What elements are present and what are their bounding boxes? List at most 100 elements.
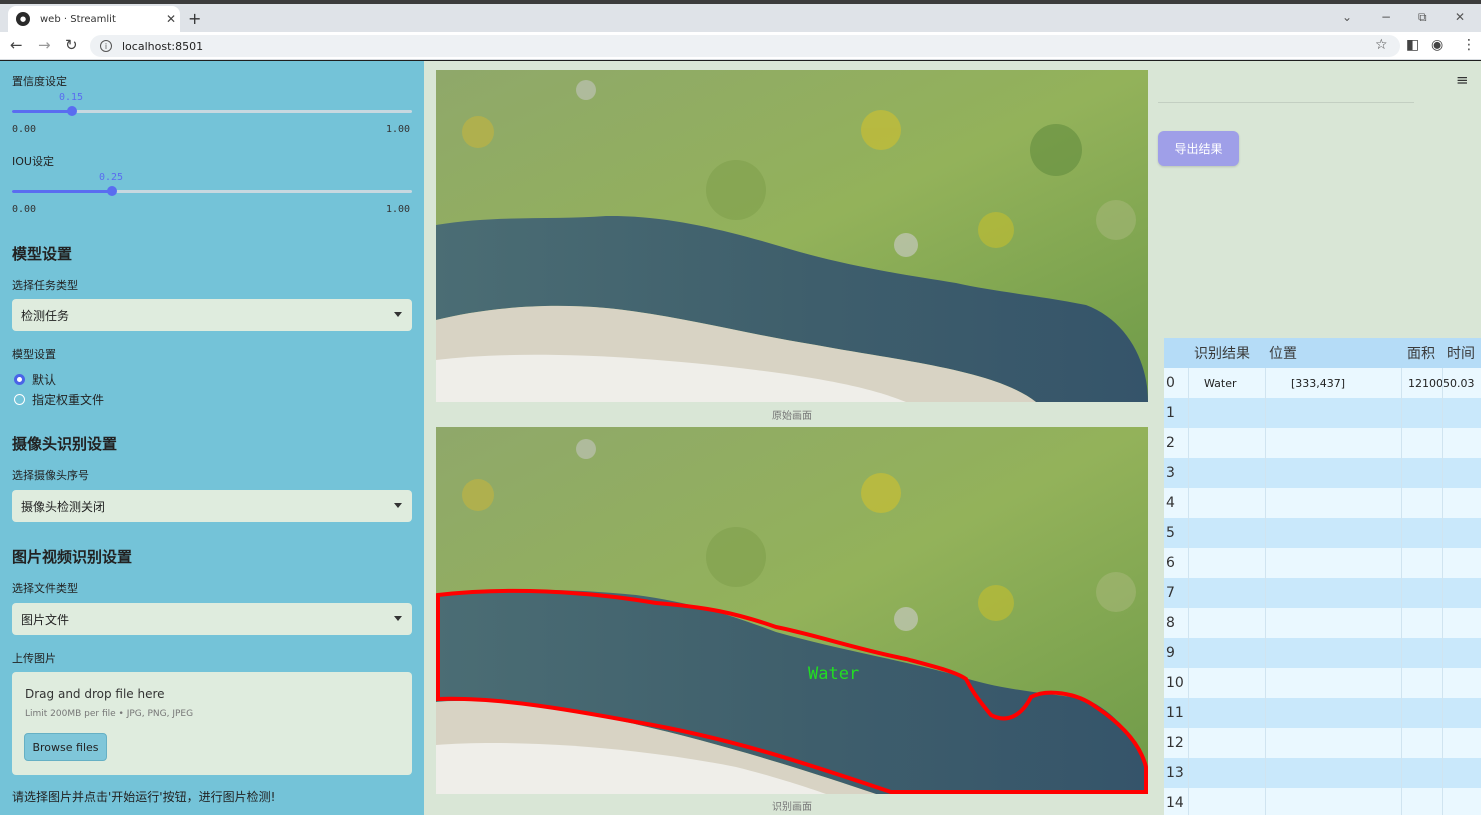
table-cell-idx: 7: [1166, 585, 1175, 601]
hamburger-menu-icon[interactable]: ≡: [1456, 71, 1469, 89]
divider-line: [1158, 102, 1414, 103]
table-row[interactable]: 3: [1164, 458, 1481, 488]
table-cell-idx: 5: [1166, 525, 1175, 541]
iou-value: 0.25: [99, 172, 124, 183]
table-cell-idx: 1: [1166, 405, 1175, 421]
restore-button[interactable]: ⧉: [1418, 10, 1427, 25]
table-cell-idx: 6: [1166, 555, 1175, 571]
table-row[interactable]: 2: [1164, 428, 1481, 458]
table-cell-idx: 14: [1166, 795, 1184, 811]
table-row[interactable]: 7: [1164, 578, 1481, 608]
table-header-cell[interactable]: 时间: [1447, 338, 1481, 368]
forward-button[interactable]: →: [38, 36, 51, 54]
table-cell-idx: 9: [1166, 645, 1175, 661]
table-row[interactable]: 13: [1164, 758, 1481, 788]
table-row[interactable]: 12: [1164, 728, 1481, 758]
export-results-button[interactable]: 导出结果: [1158, 131, 1239, 166]
table-row[interactable]: 0Water[333,437]1210050.03: [1164, 368, 1481, 398]
model-label: 模型设置: [12, 348, 56, 361]
browser-toolbar: ← → ↻ i localhost:8501 ☆ ◧ ◉ ⋮: [0, 32, 1481, 60]
iou-slider-fill: [12, 190, 112, 193]
table-cell-time: [1454, 368, 1481, 398]
file-type-label: 选择文件类型: [12, 582, 78, 595]
table-column-divider: [1188, 368, 1189, 815]
radio-unselected-icon: [14, 394, 25, 405]
task-type-value: 检测任务: [21, 308, 70, 323]
minimize-button[interactable]: −: [1381, 10, 1391, 24]
table-cell-idx: 12: [1166, 735, 1184, 751]
confidence-label: 置信度设定: [12, 75, 67, 88]
chevron-down-icon: [394, 312, 402, 317]
confidence-slider-fill: [12, 110, 72, 113]
site-info-icon[interactable]: i: [100, 40, 112, 52]
browser-menu-icon[interactable]: ⋮: [1462, 37, 1476, 53]
close-window-button[interactable]: ✕: [1455, 10, 1465, 24]
table-row[interactable]: 1: [1164, 398, 1481, 428]
model-option-default: 默认: [32, 373, 57, 387]
side-panel-icon[interactable]: ◧: [1406, 37, 1419, 53]
iou-max: 1.00: [386, 204, 411, 215]
streamlit-favicon-icon: ●: [16, 12, 30, 26]
table-row[interactable]: 6: [1164, 548, 1481, 578]
browser-tab-bar: ● web · Streamlit ✕ + ⌄ − ⧉ ✕: [0, 4, 1481, 32]
iou-slider[interactable]: [12, 186, 412, 196]
table-column-divider: [1442, 368, 1443, 815]
table-cell-idx: 8: [1166, 615, 1175, 631]
results-table: 识别结果位置面积时间0Water[333,437]1210050.0312345…: [1164, 338, 1481, 815]
camera-settings-heading: 摄像头识别设置: [12, 435, 118, 453]
profile-avatar-icon[interactable]: ◉: [1431, 37, 1443, 53]
upload-limit-text: Limit 200MB per file • JPG, PNG, JPEG: [25, 709, 194, 719]
task-type-select[interactable]: 检测任务: [12, 299, 412, 331]
model-option-custom: 指定权重文件: [32, 393, 105, 407]
table-row[interactable]: 8: [1164, 608, 1481, 638]
table-row[interactable]: 10: [1164, 668, 1481, 698]
tab-search-chevron-icon[interactable]: ⌄: [1342, 10, 1352, 24]
back-button[interactable]: ←: [10, 36, 23, 54]
model-radio-custom-weights[interactable]: 指定权重文件: [14, 391, 104, 408]
iou-slider-thumb[interactable]: [107, 186, 117, 196]
table-cell-idx: 3: [1166, 465, 1175, 481]
detection-result-image: Water: [436, 427, 1148, 794]
table-header-row: 识别结果 位置 面积 时间: [1164, 338, 1481, 368]
tab-close-icon[interactable]: ✕: [162, 12, 180, 26]
sidebar: 置信度设定 0.15 0.00 1.00 IOU设定 0.25 0.00 1.0…: [0, 61, 424, 815]
model-radio-default[interactable]: 默认: [14, 371, 56, 388]
table-row[interactable]: 11: [1164, 698, 1481, 728]
detection-label-water: Water: [808, 664, 859, 684]
file-type-select[interactable]: 图片文件: [12, 603, 412, 635]
confidence-max: 1.00: [386, 124, 411, 135]
confidence-value: 0.15: [59, 92, 84, 103]
upload-label: 上传图片: [12, 652, 56, 665]
model-settings-heading: 模型设置: [12, 245, 73, 263]
table-cell-idx: 0: [1166, 375, 1175, 391]
file-type-value: 图片文件: [21, 612, 70, 627]
iou-min: 0.00: [12, 204, 37, 215]
browser-tab[interactable]: ● web · Streamlit ✕: [8, 6, 180, 32]
table-header-cell[interactable]: 位置: [1269, 338, 1399, 368]
table-row[interactable]: 4: [1164, 488, 1481, 518]
confidence-slider[interactable]: [12, 106, 412, 116]
confidence-slider-thumb[interactable]: [67, 106, 77, 116]
new-tab-button[interactable]: +: [188, 9, 201, 28]
tab-title: web · Streamlit: [40, 13, 116, 25]
table-header-cell[interactable]: 面积: [1407, 338, 1443, 368]
result-image-caption: 识别画面: [772, 802, 812, 813]
table-cell-idx: 4: [1166, 495, 1175, 511]
table-row[interactable]: 14: [1164, 788, 1481, 815]
reload-button[interactable]: ↻: [65, 36, 78, 54]
file-uploader-dropzone[interactable]: Drag and drop file here Limit 200MB per …: [12, 672, 412, 775]
table-row[interactable]: 5: [1164, 518, 1481, 548]
instruction-text: 请选择图片并点击'开始运行'按钮，进行图片检测!: [12, 790, 276, 804]
bookmark-star-icon[interactable]: ☆: [1375, 37, 1388, 53]
table-row[interactable]: 9: [1164, 638, 1481, 668]
streamlit-app: 置信度设定 0.15 0.00 1.00 IOU设定 0.25 0.00 1.0…: [0, 61, 1481, 815]
address-bar[interactable]: i localhost:8501: [90, 35, 1400, 57]
chevron-down-icon: [394, 503, 402, 508]
table-header-cell[interactable]: 识别结果: [1194, 338, 1266, 368]
table-cell-position: [333,437]: [1291, 376, 1346, 390]
browse-files-button[interactable]: Browse files: [24, 733, 107, 761]
camera-index-value: 摄像头检测关闭: [21, 499, 106, 514]
url-text[interactable]: localhost:8501: [122, 40, 203, 53]
table-cell-idx: 13: [1166, 765, 1184, 781]
camera-index-select[interactable]: 摄像头检测关闭: [12, 490, 412, 522]
